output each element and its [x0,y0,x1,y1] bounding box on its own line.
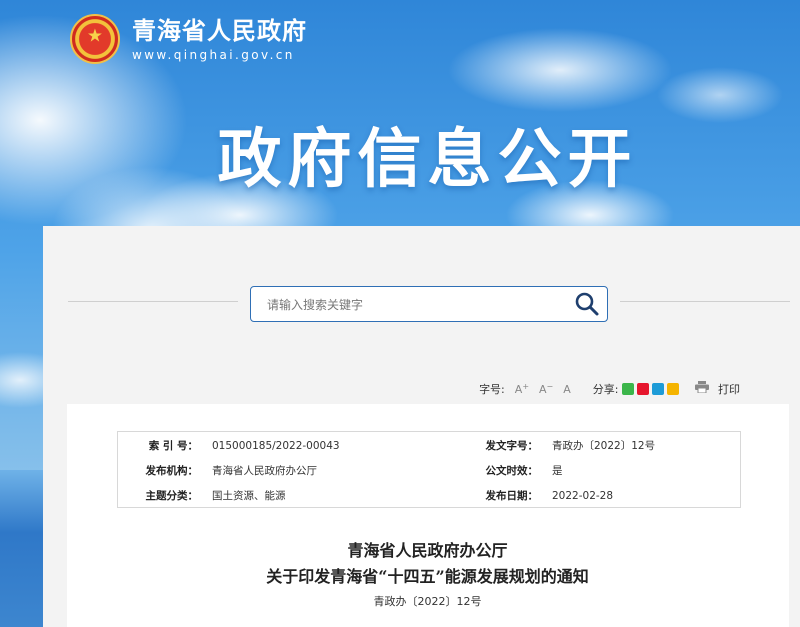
document-issuer: 青海省人民政府办公厅 [347,541,508,560]
doc-no-value: 青政办〔2022〕12号 [552,440,656,452]
font-reset-button[interactable]: A [563,383,571,396]
publisher-label: 发布机构： [145,465,199,477]
font-increase-button[interactable]: A+ [515,382,529,397]
site-name: 青海省人民政府 [132,17,307,45]
validity-label: 公文时效： [485,465,539,477]
font-size-label: 字号: [479,383,505,396]
site-url: www.qinghai.gov.cn [132,48,295,62]
search-icon[interactable] [567,287,607,321]
index-value: 015000185/2022-00043 [212,439,340,452]
qq-icon[interactable] [651,383,664,395]
printer-icon [694,381,709,394]
weibo-icon[interactable] [636,383,649,395]
publisher-value: 青海省人民政府办公厅 [212,465,317,477]
topic-value: 国土资源、能源 [212,490,286,502]
national-emblem-icon [70,14,120,64]
validity-value: 是 [552,465,563,477]
banner-title: 政府信息公开 [217,123,638,197]
date-label: 发布日期： [485,490,539,502]
share-label: 分享: [592,383,619,396]
topic-label: 主题分类： [145,490,199,502]
qzone-icon[interactable] [666,383,679,395]
article-toolbar: 字号: A+ A− A 分享: 打印 [479,381,740,397]
site-logo[interactable]: 青海省人民政府 www.qinghai.gov.cn [70,14,307,64]
search-box: 请输入搜索关键字 [250,286,608,322]
print-button[interactable]: 打印 [694,381,740,397]
print-label: 打印 [718,383,740,396]
index-label: 索 引 号： [148,440,198,452]
font-decrease-button[interactable]: A− [539,382,553,397]
document-number: 青政办〔2022〕12号 [373,595,482,608]
doc-no-label: 发文字号： [485,440,539,452]
wechat-icon[interactable] [621,383,634,395]
document-meta-table: 索 引 号： 015000185/2022-00043 发文字号： 青政办〔20… [117,431,741,508]
document-title: 关于印发青海省“十四五”能源发展规划的通知 [266,567,589,586]
date-value: 2022-02-28 [552,489,614,502]
search-input[interactable]: 请输入搜索关键字 [251,296,567,313]
divider-line [68,301,238,302]
divider-line [620,301,790,302]
